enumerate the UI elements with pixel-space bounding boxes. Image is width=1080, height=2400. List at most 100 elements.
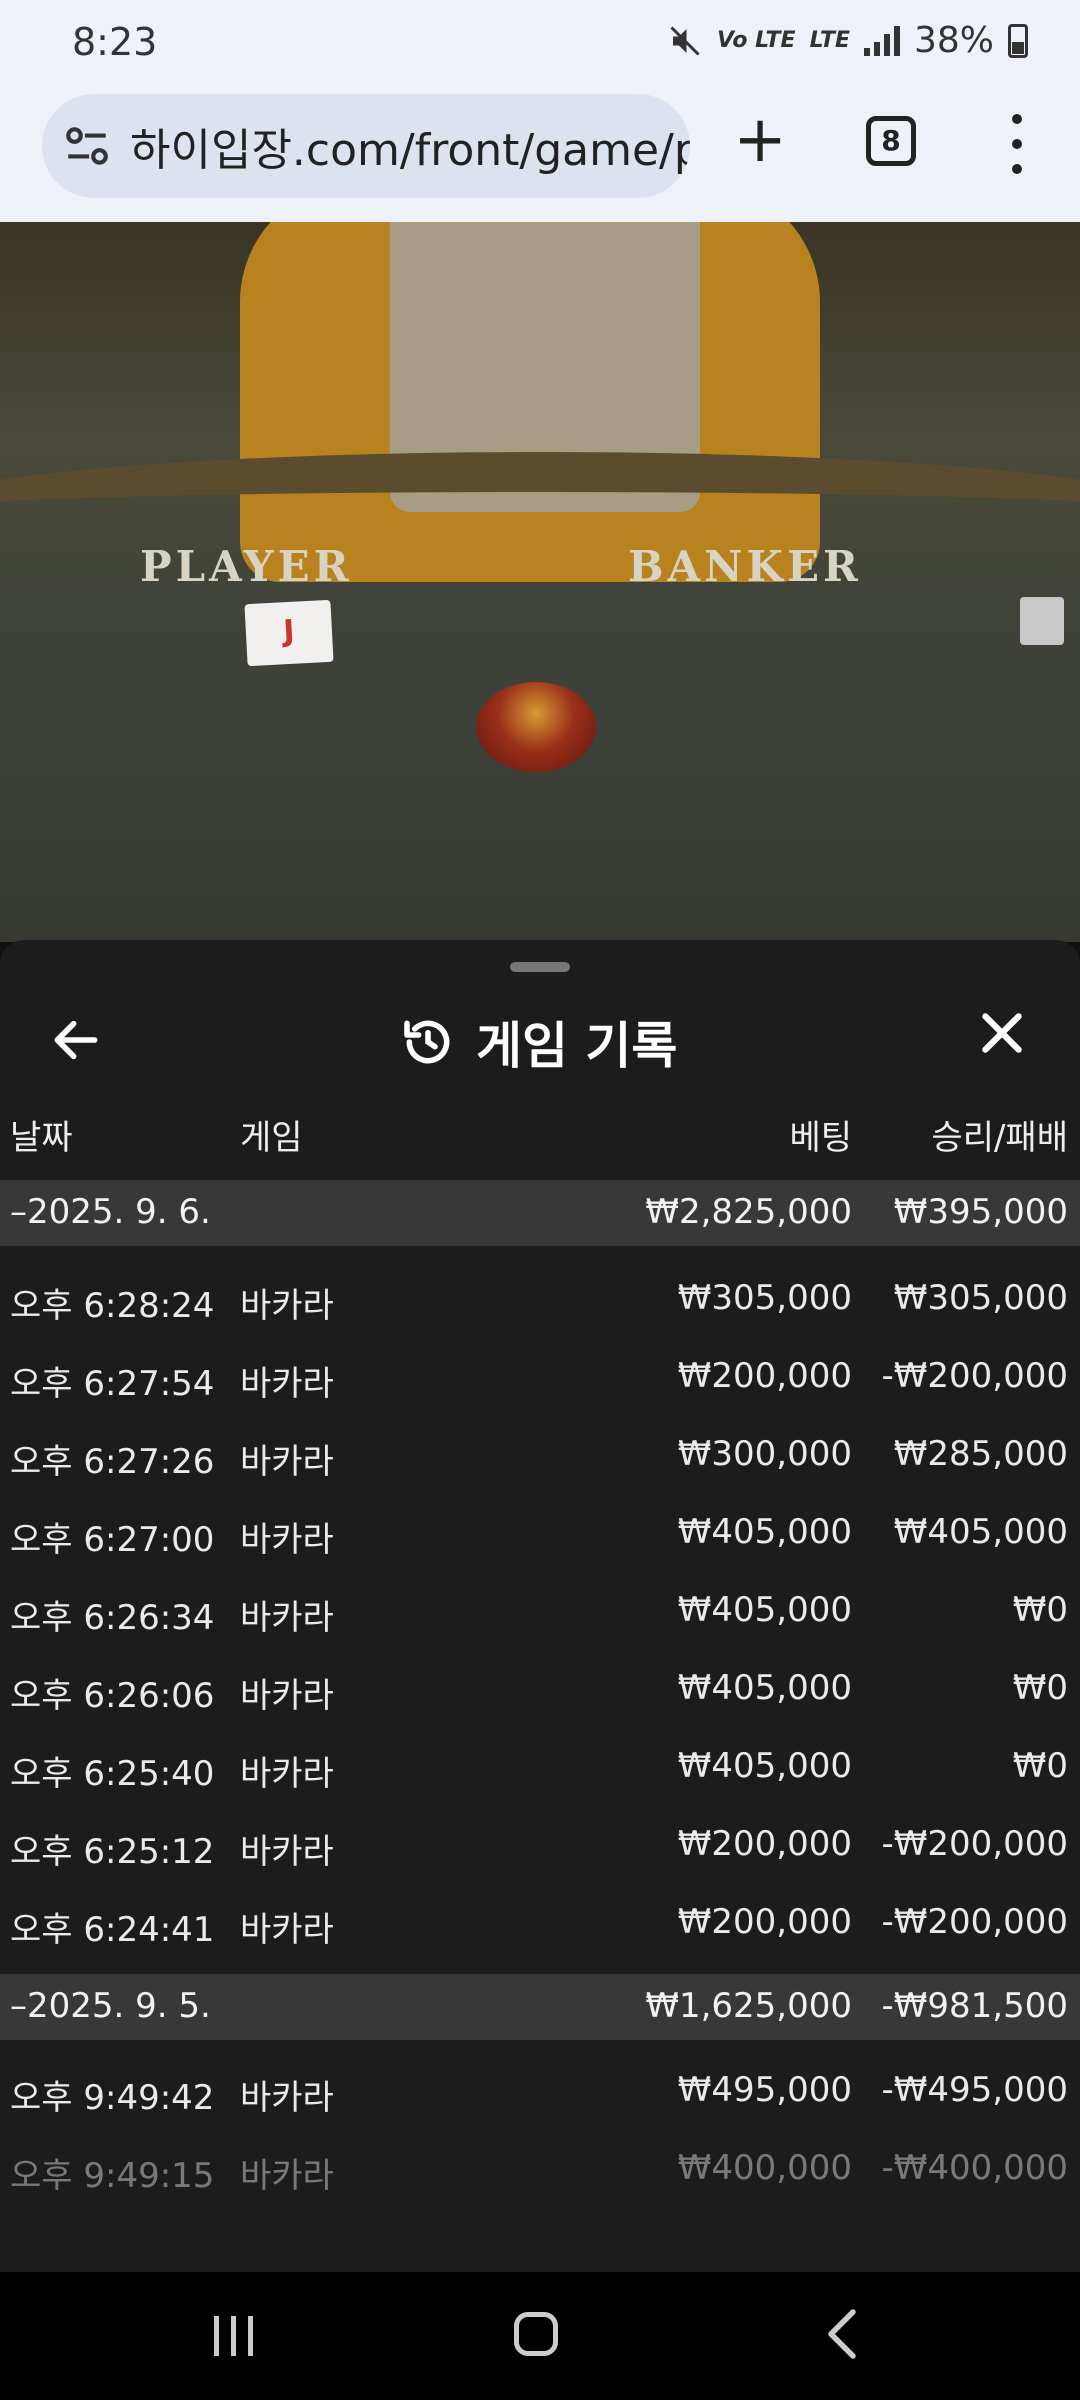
row-bet: ₩200,000 (677, 1902, 852, 1942)
group-date: –2025. 9. 6. (10, 1192, 211, 1232)
row-winloss: -₩200,000 (881, 1902, 1069, 1942)
table-row[interactable]: 오후 6:26:06 바카라 ₩405,000 ₩0 (0, 1654, 1080, 1732)
site-settings-icon[interactable] (62, 121, 112, 171)
table-row[interactable]: 오후 6:27:26 바카라 ₩300,000 ₩285,000 (0, 1420, 1080, 1498)
chevron-left-icon (828, 2309, 856, 2359)
row-time: 오후 6:28:24 (10, 1286, 215, 1326)
player-label: PLAYER (140, 542, 353, 591)
recent-apps-button[interactable] (214, 2316, 253, 2356)
date-group-row[interactable]: –2025. 9. 6. ₩2,825,000 ₩395,000 (0, 1180, 1080, 1246)
url-text[interactable]: 하이입장.com/front/game/play (130, 114, 690, 178)
table-row[interactable]: 오후 6:24:41 바카라 ₩200,000 -₩200,000 (0, 1888, 1080, 1966)
row-game: 바카라 (240, 1286, 334, 1326)
battery-icon (1008, 23, 1028, 58)
row-bet: ₩400,000 (677, 2148, 852, 2188)
column-header-winloss: 승리/패배 (931, 1118, 1068, 1158)
row-winloss: ₩405,000 (893, 1512, 1068, 1552)
playing-card: J (244, 599, 334, 667)
table-row[interactable]: 오후 6:27:00 바카라 ₩405,000 ₩405,000 (0, 1498, 1080, 1576)
more-menu-button[interactable] (1002, 114, 1032, 174)
row-game: 바카라 (240, 1364, 334, 1404)
group-winloss-total: -₩981,500 (881, 1986, 1069, 2026)
row-time: 오후 6:25:40 (10, 1754, 215, 1794)
column-header-date: 날짜 (10, 1118, 73, 1158)
row-time: 오후 6:27:00 (10, 1520, 215, 1560)
status-icons: Vo LTE LTE 38% (667, 20, 1028, 61)
system-back-button[interactable] (820, 2306, 864, 2375)
lte-indicator: LTE (809, 28, 850, 53)
history-icon (404, 1020, 450, 1064)
tab-switcher-button[interactable]: 8 (866, 116, 916, 166)
home-button[interactable] (514, 2312, 558, 2356)
row-winloss: ₩0 (1012, 1668, 1068, 1708)
battery-percent: 38% (913, 20, 994, 61)
table-row[interactable]: 오후 9:49:42 바카라 ₩495,000 -₩495,000 (0, 2056, 1080, 2134)
row-game: 바카라 (240, 1910, 334, 1950)
row-winloss: -₩200,000 (881, 1356, 1069, 1396)
sheet-title-group: 게임 기록 (400, 1006, 677, 1078)
card-shoe (1020, 597, 1064, 645)
drag-handle[interactable] (510, 962, 570, 972)
row-time: 오후 6:27:26 (10, 1442, 215, 1482)
column-header-game: 게임 (240, 1118, 303, 1158)
back-button[interactable] (48, 1012, 108, 1072)
table-header: 날짜 게임 베팅 승리/패배 (0, 1110, 1080, 1168)
live-game-video[interactable]: PLAYER BANKER J (0, 222, 1080, 942)
row-time: 오후 6:27:54 (10, 1364, 215, 1404)
row-time: 오후 9:49:42 (10, 2078, 215, 2118)
row-game: 바카라 (240, 1442, 334, 1482)
table-row[interactable]: 오후 6:26:34 바카라 ₩405,000 ₩0 (0, 1576, 1080, 1654)
row-winloss: -₩400,000 (881, 2148, 1069, 2188)
row-bet: ₩495,000 (677, 2070, 852, 2110)
row-time: 오후 6:25:12 (10, 1832, 215, 1872)
row-winloss: ₩305,000 (893, 1278, 1068, 1318)
table-row[interactable]: 오후 6:25:12 바카라 ₩200,000 -₩200,000 (0, 1810, 1080, 1888)
date-group-row[interactable]: –2025. 9. 5. ₩1,625,000 -₩981,500 (0, 1974, 1080, 2040)
new-tab-button[interactable]: + (730, 108, 790, 172)
table-bowl (476, 682, 596, 772)
row-game: 바카라 (240, 1520, 334, 1560)
group-winloss-total: ₩395,000 (893, 1192, 1068, 1232)
row-game: 바카라 (240, 1598, 334, 1638)
row-bet: ₩405,000 (677, 1512, 852, 1552)
close-icon (982, 1013, 1022, 1053)
arrow-left-icon (54, 1020, 98, 1060)
column-header-bet: 베팅 (789, 1118, 852, 1158)
browser-toolbar: 하이입장.com/front/game/play + 8 (0, 88, 1080, 222)
status-bar: 8:23 Vo LTE LTE 38% (0, 0, 1080, 88)
row-winloss: -₩200,000 (881, 1824, 1069, 1864)
status-time: 8:23 (72, 20, 158, 64)
row-bet: ₩200,000 (677, 1356, 852, 1396)
row-game: 바카라 (240, 2078, 334, 2118)
volte-indicator: Vo LTE (716, 28, 796, 53)
group-date: –2025. 9. 5. (10, 1986, 211, 2026)
row-game: 바카라 (240, 1754, 334, 1794)
row-time: 오후 6:26:06 (10, 1676, 215, 1716)
row-bet: ₩405,000 (677, 1668, 852, 1708)
row-bet: ₩200,000 (677, 1824, 852, 1864)
game-history-sheet: 게임 기록 날짜 게임 베팅 승리/패배 –2025. 9. 6. ₩2,825… (0, 940, 1080, 2272)
row-time: 오후 6:26:34 (10, 1598, 215, 1638)
sheet-header: 게임 기록 (0, 988, 1080, 1098)
row-bet: ₩405,000 (677, 1590, 852, 1630)
row-game: 바카라 (240, 1676, 334, 1716)
row-winloss: ₩285,000 (893, 1434, 1068, 1474)
table-row[interactable]: 오후 6:25:40 바카라 ₩405,000 ₩0 (0, 1732, 1080, 1810)
group-bet-total: ₩2,825,000 (645, 1192, 852, 1232)
signal-icon (863, 25, 900, 56)
sheet-title: 게임 기록 (476, 1017, 678, 1075)
row-bet: ₩300,000 (677, 1434, 852, 1474)
table-row[interactable]: 오후 9:49:15 바카라 ₩400,000 -₩400,000 (0, 2134, 1080, 2212)
address-bar[interactable]: 하이입장.com/front/game/play (42, 94, 690, 198)
row-winloss: -₩495,000 (881, 2070, 1069, 2110)
table-row[interactable]: 오후 6:27:54 바카라 ₩200,000 -₩200,000 (0, 1342, 1080, 1420)
close-button[interactable] (972, 1008, 1032, 1068)
row-game: 바카라 (240, 1832, 334, 1872)
row-winloss: ₩0 (1012, 1590, 1068, 1630)
banker-label: BANKER (628, 542, 862, 591)
row-time: 오후 9:49:15 (10, 2156, 215, 2196)
row-bet: ₩305,000 (677, 1278, 852, 1318)
table-row[interactable]: 오후 6:28:24 바카라 ₩305,000 ₩305,000 (0, 1264, 1080, 1342)
row-time: 오후 6:24:41 (10, 1910, 215, 1950)
row-game: 바카라 (240, 2156, 334, 2196)
